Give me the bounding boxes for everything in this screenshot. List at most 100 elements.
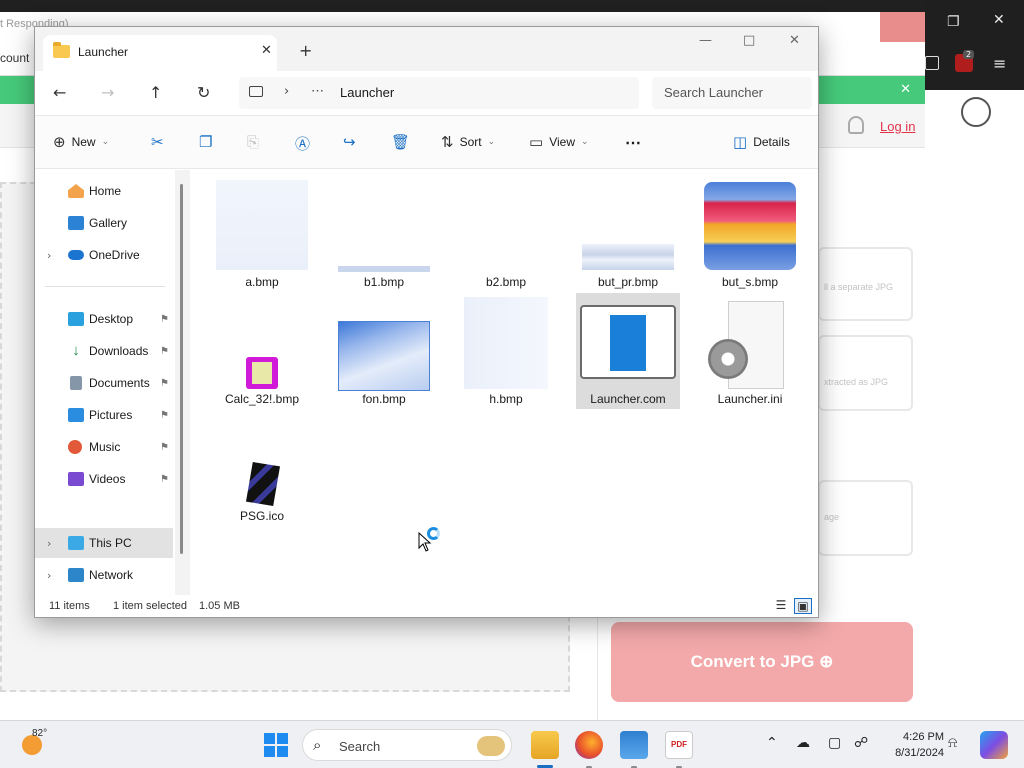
- large-icons-view-icon[interactable]: ▣: [794, 598, 812, 614]
- display-icon[interactable]: ▢: [828, 735, 841, 751]
- refresh-icon[interactable]: ↻: [197, 83, 210, 102]
- sidebar-item-onedrive[interactable]: › OneDrive: [35, 240, 173, 270]
- command-bar: ⊕ New ⌄ ✂ ❐ ⎘ Ⓐ ↪ 🗑 ⇅ Sort ⌄ ▭ View ⌄ ⋯ …: [35, 115, 818, 169]
- extensions-icon[interactable]: [925, 56, 939, 70]
- background-option-3[interactable]: age: [818, 480, 913, 556]
- sidebar-item-videos[interactable]: Videos ⚑: [35, 464, 173, 494]
- back-icon[interactable]: ←: [53, 83, 66, 102]
- file-item[interactable]: but_pr.bmp: [576, 176, 680, 292]
- chevron-right-icon[interactable]: ›: [284, 84, 289, 99]
- paste-button[interactable]: ⎘: [247, 133, 259, 151]
- file-item[interactable]: Launcher.ini: [698, 293, 802, 409]
- chevron-right-icon[interactable]: ›: [47, 569, 51, 582]
- breadcrumb-current[interactable]: Launcher: [340, 85, 394, 100]
- new-button[interactable]: ⊕ New ⌄: [53, 133, 109, 151]
- copy-icon: ❐: [199, 133, 213, 151]
- navigation-scrollbar[interactable]: [180, 184, 183, 554]
- file-item[interactable]: b1.bmp: [332, 176, 436, 292]
- menu-icon[interactable]: ≡: [993, 54, 1006, 73]
- image-thumbnail: [216, 180, 308, 270]
- background-option-2[interactable]: xtracted as JPG: [818, 335, 913, 411]
- minimize-icon[interactable]: —: [699, 33, 712, 48]
- file-item[interactable]: a.bmp: [210, 176, 314, 292]
- forward-icon[interactable]: →: [101, 83, 114, 102]
- copy-button[interactable]: ❐: [199, 133, 212, 151]
- pdf-app-icon[interactable]: PDF: [665, 731, 693, 759]
- sidebar-item-home[interactable]: Home: [35, 176, 173, 206]
- details-view-icon[interactable]: ☰: [772, 598, 790, 614]
- sidebar-item-gallery[interactable]: Gallery: [35, 208, 173, 238]
- search-box[interactable]: Search Launcher: [652, 77, 812, 109]
- chevron-right-icon[interactable]: ›: [47, 537, 51, 550]
- file-name: fon.bmp: [362, 392, 406, 406]
- up-icon[interactable]: ↑: [149, 83, 162, 102]
- breadcrumb-overflow[interactable]: ⋯: [311, 83, 324, 99]
- background-close-button[interactable]: [880, 12, 925, 42]
- bell-icon[interactable]: [848, 116, 864, 134]
- rename-button[interactable]: Ⓐ: [295, 133, 310, 154]
- firefox-icon[interactable]: [575, 731, 603, 759]
- sort-button[interactable]: ⇅ Sort ⌄: [441, 133, 495, 151]
- address-bar[interactable]: › ⋯ Launcher: [239, 77, 639, 109]
- view-button[interactable]: ▭ View ⌄: [529, 133, 589, 151]
- pin-icon[interactable]: ⚑: [160, 346, 169, 357]
- network-icon: [68, 568, 84, 582]
- notification-bell-icon[interactable]: ⍾: [948, 735, 957, 751]
- sidebar-item-downloads[interactable]: ↓ Downloads ⚑: [35, 336, 173, 366]
- this-pc-icon[interactable]: [249, 86, 263, 97]
- cloud-offline-icon[interactable]: ☁: [796, 735, 810, 751]
- file-explorer-taskbar-icon[interactable]: [531, 731, 559, 759]
- copilot-icon[interactable]: [980, 731, 1008, 759]
- file-item[interactable]: h.bmp: [454, 293, 558, 409]
- more-options-button[interactable]: ⋯: [625, 133, 641, 153]
- pin-icon[interactable]: ⚑: [160, 442, 169, 453]
- clock[interactable]: 4:26 PM 8/31/2024: [864, 729, 944, 761]
- close-icon[interactable]: ✕: [993, 12, 1005, 28]
- pin-icon[interactable]: ⚑: [160, 378, 169, 389]
- tab-close-icon[interactable]: ✕: [261, 43, 272, 58]
- sidebar-item-desktop[interactable]: Desktop ⚑: [35, 304, 173, 334]
- file-item-selected[interactable]: Launcher.com: [576, 293, 680, 409]
- photos-icon[interactable]: [620, 731, 648, 759]
- user-avatar-icon[interactable]: [961, 97, 991, 127]
- maximize-icon[interactable]: □: [743, 33, 755, 48]
- chevron-right-icon[interactable]: ›: [47, 249, 51, 262]
- details-button[interactable]: ◫ Details: [733, 133, 790, 151]
- share-button[interactable]: ↪: [343, 133, 356, 151]
- background-option-1[interactable]: ll a separate JPG: [818, 247, 913, 321]
- background-account-text: count: [0, 51, 30, 65]
- file-item[interactable]: but_s.bmp: [698, 176, 802, 292]
- sidebar-item-network[interactable]: › Network: [35, 560, 173, 590]
- taskbar-search[interactable]: ⌕ Search: [302, 729, 512, 761]
- restore-icon[interactable]: ❐: [947, 14, 960, 30]
- file-item[interactable]: fon.bmp: [332, 293, 436, 409]
- file-name: but_pr.bmp: [597, 275, 659, 289]
- new-tab-icon[interactable]: +: [299, 41, 312, 60]
- convert-to-jpg-button[interactable]: Convert to JPG ⊕: [611, 622, 913, 702]
- notification-close-icon[interactable]: ✕: [900, 82, 911, 97]
- delete-button[interactable]: 🗑: [391, 133, 410, 151]
- file-item[interactable]: b2.bmp: [454, 176, 558, 292]
- pin-icon[interactable]: ⚑: [160, 410, 169, 421]
- chevron-up-icon[interactable]: ⌃: [766, 735, 778, 751]
- sidebar-item-this-pc[interactable]: › This PC: [35, 528, 173, 558]
- weather-temperature[interactable]: 82°: [32, 728, 47, 739]
- login-link[interactable]: Log in: [880, 119, 915, 134]
- tab-launcher[interactable]: Launcher ✕: [43, 35, 277, 71]
- search-icon: ⌕: [313, 736, 322, 754]
- gallery-icon: [68, 216, 84, 230]
- desktop-icon: [68, 312, 84, 326]
- sidebar-item-documents[interactable]: Documents ⚑: [35, 368, 173, 398]
- file-name: h.bmp: [489, 392, 523, 406]
- navigation-bar: ← → ↑ ↻ › ⋯ Launcher Search Launcher: [35, 71, 818, 115]
- start-button[interactable]: [264, 733, 288, 757]
- sidebar-item-pictures[interactable]: Pictures ⚑: [35, 400, 173, 430]
- chevron-down-icon: ⌄: [487, 137, 496, 147]
- sidebar-item-music[interactable]: Music ⚑: [35, 432, 173, 462]
- file-item[interactable]: Calc_32!.bmp: [210, 293, 314, 409]
- file-item[interactable]: PSG.ico: [210, 410, 314, 526]
- pin-icon[interactable]: ⚑: [160, 474, 169, 485]
- pin-icon[interactable]: ⚑: [160, 314, 169, 325]
- cut-button[interactable]: ✂: [151, 133, 164, 151]
- close-window-icon[interactable]: ✕: [789, 33, 800, 48]
